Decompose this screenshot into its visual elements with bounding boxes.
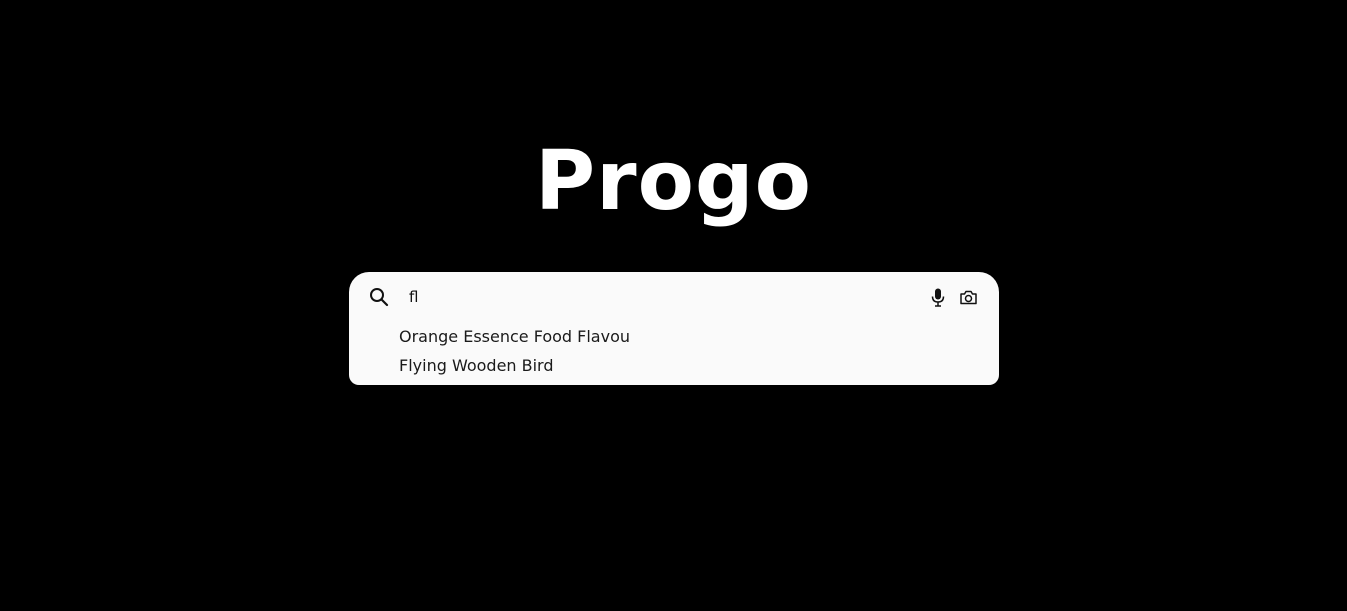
suggestion-list: Orange Essence Food Flavou Flying Wooden… [399,324,959,382]
page: Progo Orange Essence Food Flavou Flying … [0,0,1347,611]
search-input[interactable] [409,284,909,310]
search-box: Orange Essence Food Flavou Flying Wooden… [349,272,999,385]
search-icon[interactable] [369,287,389,307]
mic-icon[interactable] [931,288,945,307]
suggestion-item[interactable]: Orange Essence Food Flavou [399,324,959,353]
camera-icon[interactable] [960,290,977,305]
logo: Progo [535,134,812,229]
suggestion-item[interactable]: Flying Wooden Bird [399,353,959,382]
